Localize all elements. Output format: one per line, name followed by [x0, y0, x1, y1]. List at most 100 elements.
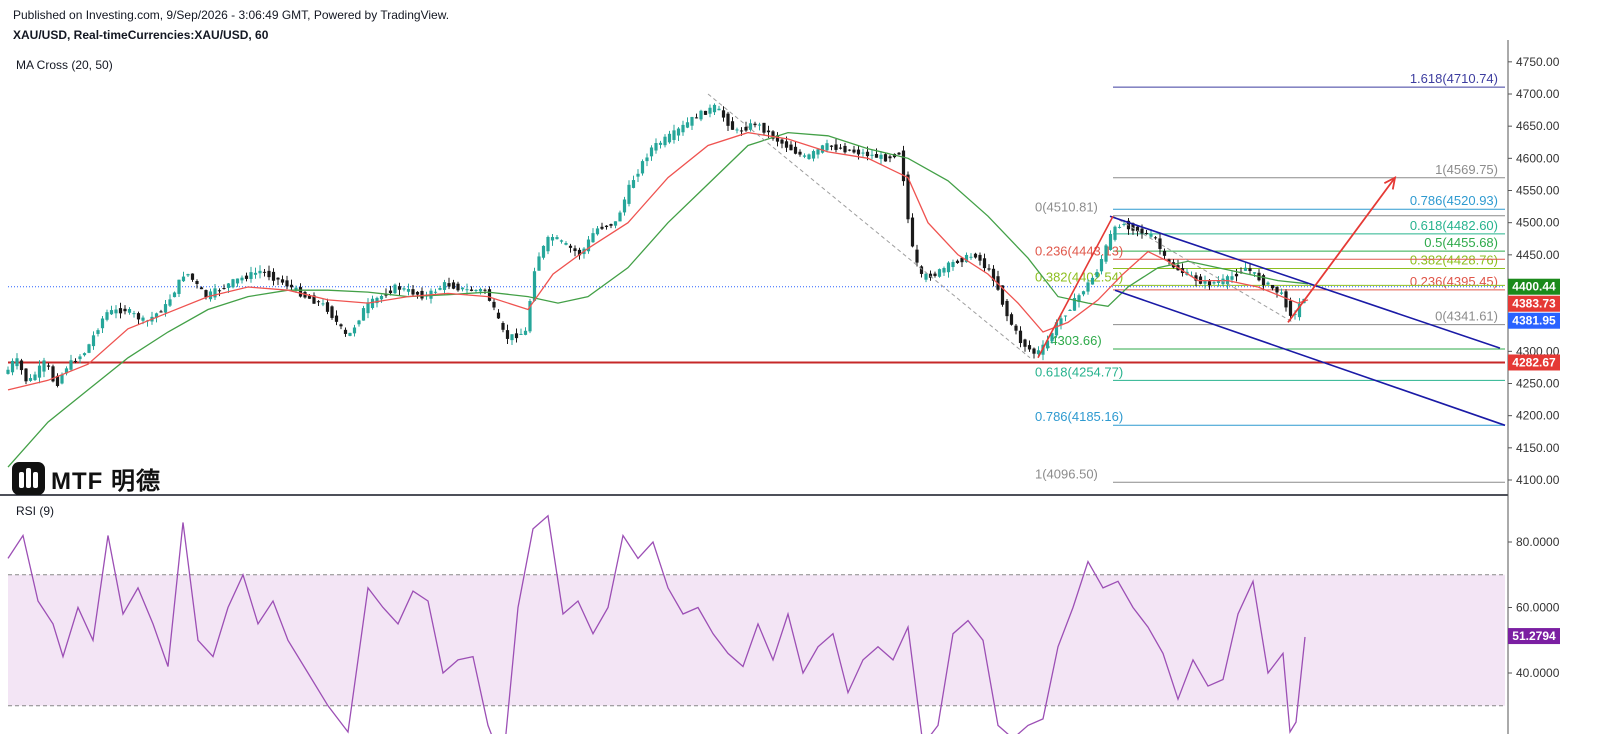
candle-body: [1095, 271, 1099, 277]
candle-body: [1153, 237, 1158, 239]
candle-body: [1243, 267, 1248, 271]
candle-body: [361, 308, 366, 321]
candle-body: [217, 290, 222, 292]
candle-body: [541, 245, 546, 258]
candle-body: [618, 212, 622, 222]
candle-body: [636, 173, 640, 177]
candle-body: [348, 332, 352, 336]
candle-body: [366, 302, 370, 314]
candle-body: [222, 288, 226, 290]
candle-body: [595, 228, 600, 235]
ma20-line: [7, 131, 1309, 391]
candle-body: [550, 237, 555, 241]
candle-body: [1279, 292, 1284, 294]
candle-body: [397, 286, 402, 290]
candle-body: [253, 272, 258, 275]
candle-body: [708, 107, 712, 114]
candle-body: [460, 287, 465, 290]
candle-body: [280, 279, 285, 283]
candle-body: [123, 308, 127, 312]
candle-body: [379, 295, 384, 300]
candle-body: [694, 117, 699, 119]
candle-body: [456, 283, 460, 291]
candle-body: [514, 333, 519, 339]
fib-level-label: 0.5(4455.68): [1424, 235, 1498, 250]
candle-body: [933, 273, 937, 276]
candle-body: [298, 287, 303, 297]
candle-body: [987, 268, 991, 270]
candle-body: [955, 260, 960, 264]
candle-body: [141, 317, 145, 321]
candle-body: [591, 233, 595, 243]
candle-body: [1234, 273, 1239, 277]
candle-body: [96, 330, 100, 334]
candle-body: [1252, 272, 1257, 274]
candle-body: [798, 151, 802, 155]
candle-body: [492, 301, 496, 308]
candle-body: [1099, 258, 1104, 272]
candle-body: [1104, 245, 1108, 262]
candle-body: [235, 278, 240, 284]
candle-body: [69, 360, 73, 370]
candle-body: [78, 356, 82, 360]
price-tick-label: 4200.00: [1516, 409, 1560, 423]
candle-body: [663, 136, 667, 146]
candle-body: [1023, 339, 1027, 347]
candle-body: [213, 288, 217, 298]
candle-body: [1212, 282, 1216, 284]
candle-body: [15, 358, 19, 367]
candle-body: [105, 312, 109, 320]
candle-body: [825, 143, 829, 151]
fib-level-label: (4303.66): [1046, 333, 1102, 348]
candle-body: [532, 271, 537, 301]
fib-level-label: 0.618(4482.60): [1410, 218, 1498, 233]
candle-body: [519, 333, 523, 335]
candle-body: [870, 154, 874, 156]
candle-body: [631, 180, 636, 188]
candle-body: [667, 133, 672, 143]
candle-body: [654, 143, 658, 151]
candle-body: [897, 152, 901, 155]
candle-body: [735, 129, 739, 131]
candle-body: [1018, 330, 1023, 344]
candle-body: [658, 142, 663, 145]
candle-body: [231, 279, 235, 288]
candle-body: [780, 139, 784, 144]
candle-body: [838, 147, 843, 149]
candle-body: [546, 236, 550, 252]
candle-body: [843, 145, 847, 153]
price-tick-label: 4750.00: [1516, 55, 1560, 69]
candle-body: [1063, 315, 1068, 317]
candle-body: [802, 155, 807, 157]
fib-level-label: 1(4569.75): [1435, 162, 1498, 177]
candle-body: [721, 110, 726, 118]
candle-body: [42, 360, 46, 372]
candle-body: [1203, 280, 1207, 284]
fib-level-label: 0.618(4254.77): [1035, 364, 1123, 379]
candle-body: [402, 288, 406, 290]
price-tick-label: 4700.00: [1516, 87, 1560, 101]
dashed-trend-line: [707, 93, 1031, 359]
candle-body: [1108, 233, 1113, 250]
candle-body: [73, 360, 78, 362]
candle-body: [978, 254, 982, 261]
candle-body: [1275, 286, 1279, 293]
candle-body: [604, 225, 609, 228]
candle-body: [159, 311, 163, 313]
candle-body: [879, 154, 883, 159]
candle-body: [699, 110, 703, 120]
candle-body: [1270, 285, 1275, 289]
candle-body: [744, 126, 748, 131]
candle-body: [451, 282, 456, 289]
candle-body: [190, 273, 195, 280]
candle-body: [267, 270, 271, 278]
candle-body: [1090, 277, 1095, 285]
candle-body: [1009, 314, 1014, 325]
candle-body: [127, 309, 132, 313]
candle-body: [325, 302, 330, 312]
candle-body: [627, 184, 631, 204]
price-tick-label: 4250.00: [1516, 377, 1560, 391]
candle-body: [330, 306, 334, 318]
candle-body: [748, 123, 753, 130]
candle-body: [712, 104, 717, 113]
